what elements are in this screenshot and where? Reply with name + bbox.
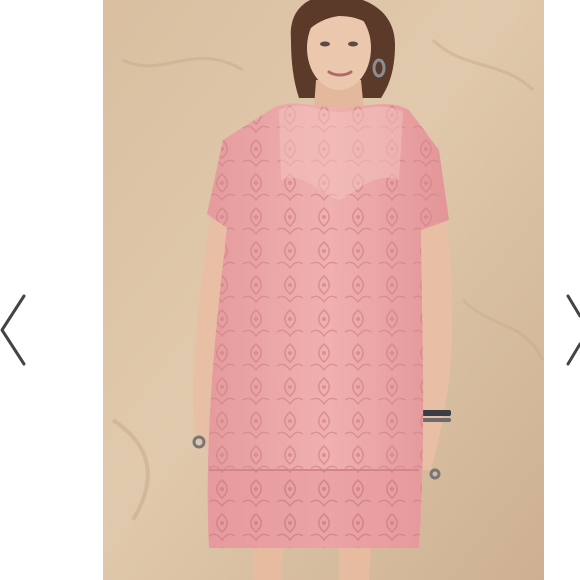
- chevron-left-icon: [0, 294, 26, 366]
- product-photo: [103, 0, 544, 580]
- image-viewer: [0, 0, 580, 580]
- next-image-button[interactable]: [566, 290, 580, 370]
- chevron-right-icon: [566, 294, 580, 366]
- previous-image-button[interactable]: [0, 290, 28, 370]
